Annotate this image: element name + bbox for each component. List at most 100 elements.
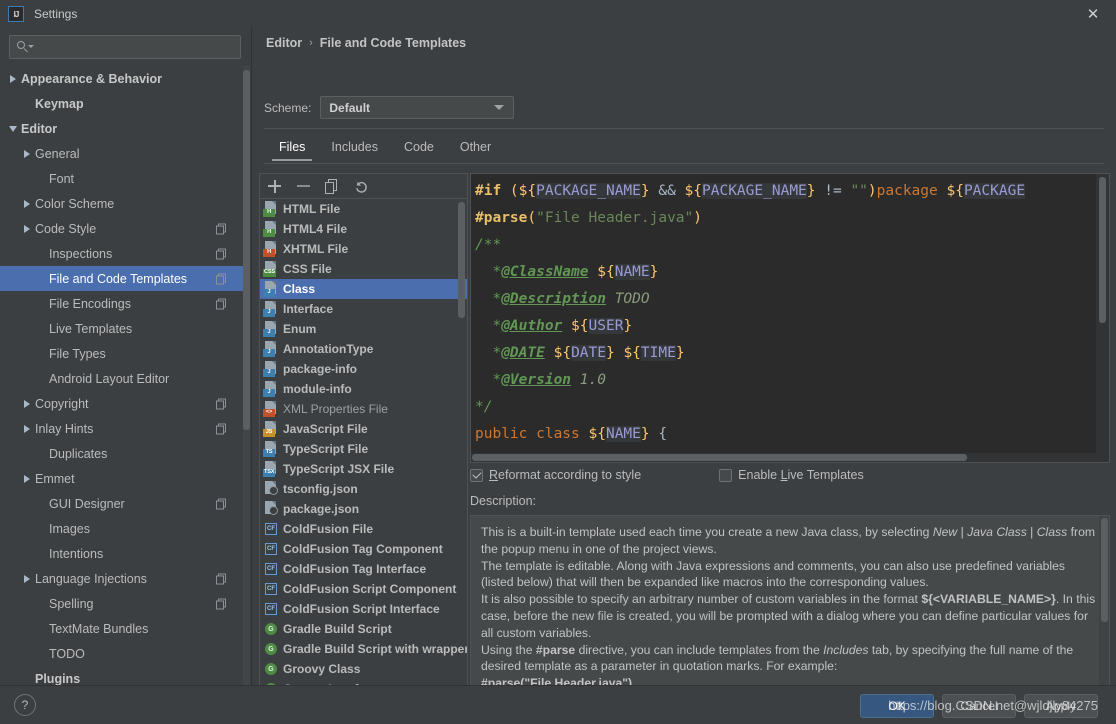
template-list-item[interactable]: CF ColdFusion File [260, 519, 467, 539]
sidebar-item-keymap[interactable]: Keymap [0, 91, 243, 116]
description-scrollbar-thumb[interactable] [1101, 518, 1108, 622]
template-list-item[interactable]: CF ColdFusion Script Component [260, 579, 467, 599]
copy-settings-icon[interactable] [216, 223, 227, 234]
template-list-item[interactable]: Jmodule-info [260, 379, 467, 399]
sidebar-item-todo[interactable]: TODO [0, 641, 243, 666]
help-button[interactable]: ? [14, 694, 36, 716]
chevron-right-icon[interactable] [20, 422, 33, 435]
template-list-item[interactable]: J Enum [260, 319, 467, 339]
template-list-item[interactable]: H HTML File [260, 199, 467, 219]
template-list[interactable]: H HTML File H HTML4 File H XHTML File CSS CSS F… [260, 199, 467, 701]
template-list-item[interactable]: TS TypeScript File [260, 439, 467, 459]
template-list-item[interactable]: CF ColdFusion Script Interface [260, 599, 467, 619]
ok-button[interactable]: OK [860, 694, 934, 718]
tab-code[interactable]: Code [391, 136, 447, 161]
sidebar-item-plugins[interactable]: Plugins [0, 666, 243, 686]
copy-settings-icon[interactable] [216, 598, 227, 609]
chevron-right-icon[interactable] [20, 397, 33, 410]
template-code-editor[interactable]: #if (${PACKAGE_NAME} && ${PACKAGE_NAME} … [470, 173, 1110, 463]
chevron-right-icon[interactable] [20, 147, 33, 160]
sidebar-item-editor[interactable]: Editor [0, 116, 243, 141]
template-list-item[interactable]: H XHTML File [260, 239, 467, 259]
chevron-right-icon[interactable] [20, 222, 33, 235]
copy-settings-icon[interactable] [216, 248, 227, 259]
sidebar-item-duplicates[interactable]: Duplicates [0, 441, 243, 466]
sidebar-item-color-scheme[interactable]: Color Scheme [0, 191, 243, 216]
sidebar-item-inlay-hints[interactable]: Inlay Hints [0, 416, 243, 441]
cancel-button[interactable]: Cancel [942, 694, 1016, 718]
sidebar-item-appearance-behavior[interactable]: Appearance & Behavior [0, 66, 243, 91]
chevron-right-icon[interactable] [20, 197, 33, 210]
template-list-item-label: XHTML File [283, 242, 349, 256]
add-template-button[interactable] [266, 178, 283, 195]
live-templates-checkbox[interactable]: Enable Live Templates [719, 468, 864, 482]
sidebar-item-android-layout-editor[interactable]: Android Layout Editor [0, 366, 243, 391]
copy-settings-icon[interactable] [216, 298, 227, 309]
copy-settings-icon[interactable] [216, 423, 227, 434]
reset-template-button[interactable] [353, 178, 370, 195]
chevron-down-icon[interactable] [6, 122, 19, 135]
template-list-item[interactable]: package.json [260, 499, 467, 519]
sidebar-scrollbar-thumb[interactable] [243, 70, 250, 430]
editor-vscrollbar-thumb[interactable] [1099, 177, 1106, 323]
chevron-right-icon[interactable] [20, 572, 33, 585]
copy-settings-icon[interactable] [216, 573, 227, 584]
breadcrumb-parent[interactable]: Editor [266, 36, 302, 50]
template-list-item[interactable]: JS JavaScript File [260, 419, 467, 439]
template-list-item[interactable]: Jpackage-info [260, 359, 467, 379]
template-list-item[interactable]: CSS CSS File [260, 259, 467, 279]
sidebar-item-language-injections[interactable]: Language Injections [0, 566, 243, 591]
chevron-right-icon[interactable] [20, 472, 33, 485]
template-list-scrollbar-thumb[interactable] [458, 202, 465, 318]
template-list-item[interactable]: G Gradle Build Script with wrapper [260, 639, 467, 659]
remove-template-button[interactable] [295, 178, 312, 195]
template-list-item[interactable]: H HTML4 File [260, 219, 467, 239]
tab-other[interactable]: Other [447, 136, 504, 161]
sidebar-item-general[interactable]: General [0, 141, 243, 166]
scheme-dropdown[interactable]: Default [320, 96, 515, 119]
copy-template-button[interactable] [324, 178, 341, 195]
sidebar-item-file-and-code-templates[interactable]: File and Code Templates [0, 266, 243, 291]
reformat-checkbox[interactable]: Reformat according to style [470, 468, 641, 482]
apply-button[interactable]: Apply [1024, 694, 1098, 718]
sidebar-item-spelling[interactable]: Spelling [0, 591, 243, 616]
copy-settings-icon[interactable] [216, 398, 227, 409]
checkbox-box[interactable] [719, 468, 733, 482]
template-list-item[interactable]: tsconfig.json [260, 479, 467, 499]
sidebar-item-emmet[interactable]: Emmet [0, 466, 243, 491]
template-list-item[interactable]: TSX TypeScript JSX File [260, 459, 467, 479]
copy-settings-icon[interactable] [216, 498, 227, 509]
template-list-item[interactable]: J Interface [260, 299, 467, 319]
tab-includes[interactable]: Includes [318, 136, 391, 161]
template-list-item[interactable]: <> XML Properties File [260, 399, 467, 419]
settings-tree[interactable]: Appearance & Behavior Keymap Editor General… [0, 66, 251, 686]
template-list-item[interactable]: J AnnotationType [260, 339, 467, 359]
sidebar-item-live-templates[interactable]: Live Templates [0, 316, 243, 341]
sidebar-item-file-encodings[interactable]: File Encodings [0, 291, 243, 316]
tab-files[interactable]: Files [266, 136, 318, 161]
close-icon[interactable]: ✕ [1070, 0, 1116, 28]
template-list-item[interactable]: G Groovy Class [260, 659, 467, 679]
sidebar-item-gui-designer[interactable]: GUI Designer [0, 491, 243, 516]
sidebar-item-file-types[interactable]: File Types [0, 341, 243, 366]
template-code-text[interactable]: #if (${PACKAGE_NAME} && ${PACKAGE_NAME} … [471, 174, 1026, 462]
template-list-item[interactable]: CF ColdFusion Tag Component [260, 539, 467, 559]
search-field[interactable] [9, 35, 241, 59]
template-list-item[interactable]: G Gradle Build Script [260, 619, 467, 639]
editor-hscrollbar-thumb[interactable] [472, 454, 967, 461]
sidebar-item-copyright[interactable]: Copyright [0, 391, 243, 416]
sidebar-item-images[interactable]: Images [0, 516, 243, 541]
sidebar-item-font[interactable]: Font [0, 166, 243, 191]
template-list-item-label: HTML File [283, 202, 341, 216]
template-list-item[interactable]: CF ColdFusion Tag Interface [260, 559, 467, 579]
sidebar-item-textmate-bundles[interactable]: TextMate Bundles [0, 616, 243, 641]
copy-settings-icon[interactable] [216, 273, 227, 284]
chevron-right-icon[interactable] [6, 72, 19, 85]
template-list-item[interactable]: J Class [260, 279, 467, 299]
sidebar-item-label: Images [49, 521, 90, 536]
checkbox-box[interactable] [470, 468, 483, 482]
sidebar-item-inspections[interactable]: Inspections [0, 241, 243, 266]
sidebar-item-code-style[interactable]: Code Style [0, 216, 243, 241]
search-input[interactable] [34, 39, 240, 55]
sidebar-item-intentions[interactable]: Intentions [0, 541, 243, 566]
